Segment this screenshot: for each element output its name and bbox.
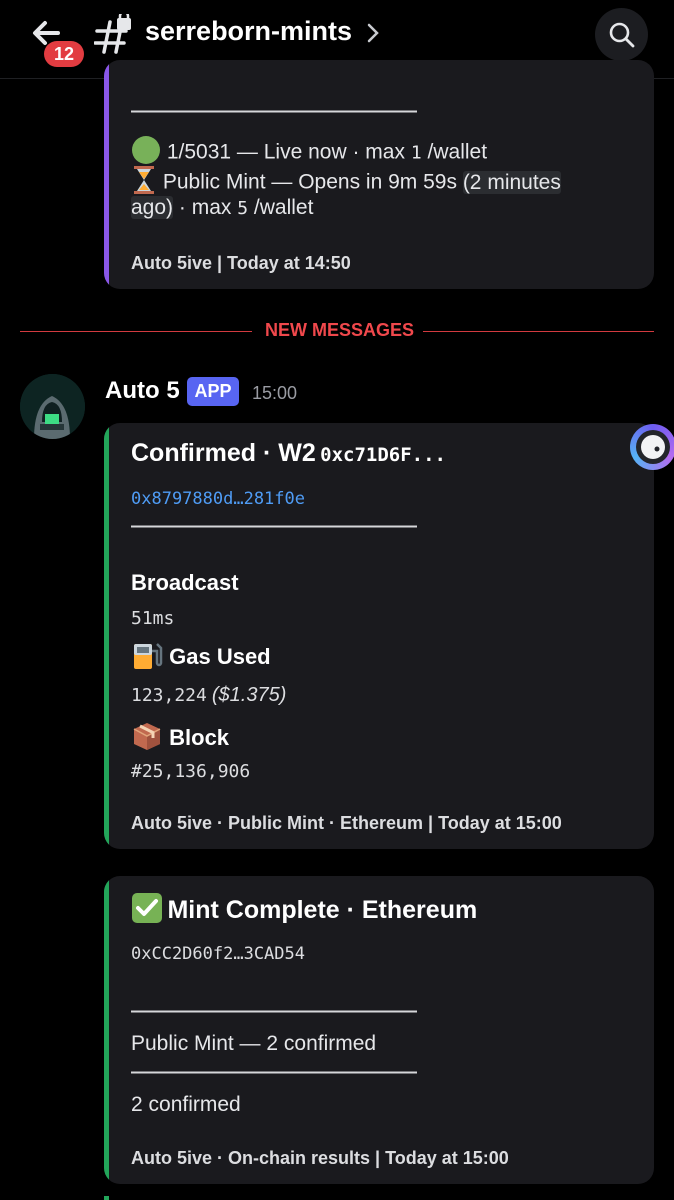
- relative-time: (2 minutes: [462, 170, 561, 194]
- previous-embed: ——————————————— 1/5031 — Live now · max …: [104, 60, 654, 289]
- embed-title-text: Confirmed · W2: [131, 439, 316, 467]
- relative-time-cont: ago): [131, 196, 174, 219]
- embed-divider: ———————————————: [131, 515, 417, 537]
- mint-summary: Public Mint — 2 confirmed: [131, 1032, 377, 1055]
- mint-result: 2 confirmed: [131, 1093, 241, 1116]
- author-name[interactable]: Auto 5: [105, 377, 180, 405]
- confirmed-embed: Confirmed · W2 0xc71D6F... 0x8797880d…28…: [104, 423, 654, 849]
- avatar[interactable]: [20, 374, 85, 439]
- tx-hash-link[interactable]: 0x8797880d…281f0e: [131, 489, 634, 509]
- new-messages-line-right: [423, 331, 654, 332]
- field-block-name: Block: [169, 724, 230, 750]
- channel-name[interactable]: serreborn-mints: [145, 16, 352, 47]
- embed-divider: ———————————————: [131, 1061, 417, 1083]
- embed-accent-bar: [104, 423, 109, 849]
- field-block: Block: [131, 720, 634, 758]
- field-block-value: #25,136,906: [131, 761, 251, 782]
- message-timestamp: 15:00: [252, 383, 298, 403]
- app-badge: APP: [187, 377, 239, 406]
- embed-footer: Auto 5ive | Today at 14:50: [131, 253, 351, 273]
- text-channel-lock-icon: [93, 10, 138, 54]
- check-mark-icon: [131, 892, 163, 929]
- max-per-wallet-value: 1: [410, 142, 422, 164]
- search-icon: [609, 22, 635, 48]
- embed-footer: Auto 5ive · On-chain results | Today at …: [131, 1148, 509, 1168]
- gas-used-amount: 123,224: [131, 685, 207, 706]
- embed-accent-bar: [104, 60, 109, 289]
- wallet-address: 0xc71D6F...: [320, 444, 447, 466]
- live-status-text: — Live now · max: [236, 140, 405, 164]
- new-messages-line-left: [20, 331, 252, 332]
- next-embed-accent-bar: [104, 1196, 109, 1200]
- new-messages-label: NEW MESSAGES: [265, 320, 415, 340]
- gas-used-usd: ($1.375): [211, 684, 287, 706]
- field-broadcast-value: 51ms: [131, 608, 175, 629]
- assistant-orb-icon: [636, 430, 670, 464]
- wallet-unit: /wallet: [253, 196, 314, 219]
- status-line-public-mint-cont: ago) · max 5 /wallet: [131, 196, 634, 220]
- embed-title: Mint Complete · Ethereum: [131, 892, 634, 929]
- hooded-figure-avatar-image: [20, 374, 85, 439]
- field-gas-used-name: Gas Used: [169, 643, 271, 669]
- embed-title: Confirmed · W2 0xc71D6F...: [131, 439, 634, 468]
- mint-complete-embed: Mint Complete · Ethereum 0xCC2D60f2…3CAD…: [104, 876, 654, 1184]
- embed-divider: ———————————————: [131, 1000, 417, 1022]
- mint-count: 1/5031: [166, 140, 232, 164]
- contract-address: 0xCC2D60f2…3CAD54: [131, 944, 305, 964]
- embed-divider: ———————————————: [131, 100, 417, 122]
- public-mint-opens-text: Public Mint — Opens in 9m 59s: [162, 170, 457, 194]
- floating-assistant-button[interactable]: [630, 424, 674, 470]
- package-icon: [131, 720, 163, 758]
- search-button[interactable]: [595, 8, 648, 61]
- embed-title-text: Mint Complete · Ethereum: [167, 896, 478, 924]
- chevron-right-icon[interactable]: [366, 22, 380, 44]
- field-gas-used: Gas Used: [131, 639, 634, 677]
- wallet-unit: /wallet: [427, 140, 488, 164]
- field-broadcast-name: Broadcast: [131, 570, 239, 595]
- embed-accent-bar: [104, 876, 109, 1184]
- unread-badge: 12: [44, 41, 84, 67]
- fuel-pump-icon: [131, 639, 163, 677]
- max-text: · max: [178, 196, 232, 219]
- max-per-wallet-value: 5: [237, 198, 249, 219]
- embed-footer: Auto 5ive · Public Mint · Ethereum | Tod…: [131, 813, 562, 833]
- field-gas-used-value: 123,224 ($1.375): [131, 684, 634, 707]
